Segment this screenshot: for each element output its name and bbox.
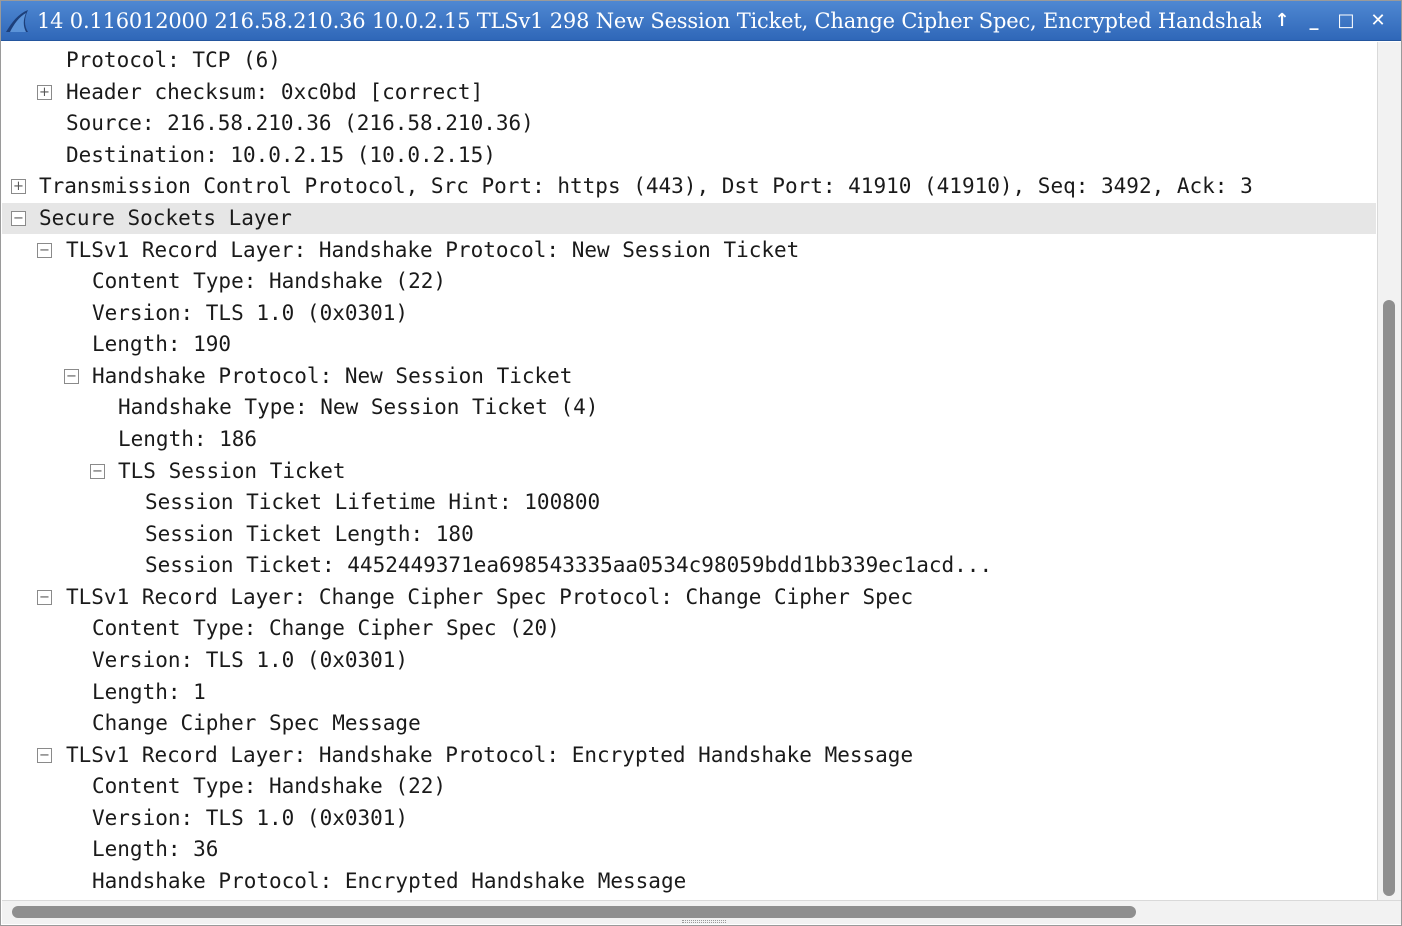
tree-row[interactable]: Content Type: Handshake (22) — [2, 771, 1376, 802]
window-title: 14 0.116012000 216.58.210.36 10.0.2.15 T… — [37, 8, 1261, 33]
tree-row-text: Version: TLS 1.0 (0x0301) — [92, 301, 409, 325]
tree-row-text: Handshake Protocol: New Session Ticket — [92, 364, 573, 388]
tree-row[interactable]: + Transmission Control Protocol, Src Por… — [2, 171, 1376, 202]
tree-row[interactable]: Length: 190 — [2, 329, 1376, 360]
tree-row-text: Handshake Protocol: Encrypted Handshake … — [92, 869, 687, 893]
horizontal-scroll-thumb[interactable] — [12, 906, 1136, 918]
tree-row[interactable]: Length: 1 — [2, 677, 1376, 708]
tree-row-text: TLSv1 Record Layer: Change Cipher Spec P… — [66, 585, 914, 609]
title-bar[interactable]: 14 0.116012000 216.58.210.36 10.0.2.15 T… — [1, 1, 1401, 41]
tree-row[interactable]: − TLS Session Ticket — [2, 456, 1376, 487]
tree-row[interactable]: Length: 186 — [2, 424, 1376, 455]
tree-row[interactable]: Length: 36 — [2, 834, 1376, 865]
tree-row-text: Secure Sockets Layer — [39, 206, 292, 230]
tree-row-text: Source: 216.58.210.36 (216.58.210.36) — [66, 111, 534, 135]
window-controls: ↑ _ □ ✕ — [1261, 8, 1401, 34]
close-button[interactable]: ✕ — [1365, 8, 1391, 34]
vertical-scrollbar[interactable] — [1377, 42, 1401, 900]
tree-row-text: Length: 1 — [92, 680, 206, 704]
tree-row-text: TLSv1 Record Layer: Handshake Protocol: … — [66, 238, 800, 262]
tree-row[interactable]: Version: TLS 1.0 (0x0301) — [2, 803, 1376, 834]
tree-row[interactable]: Protocol: TCP (6) — [2, 45, 1376, 76]
tree-row[interactable]: + Header checksum: 0xc0bd [correct] — [2, 77, 1376, 108]
tree-row-text: Session Ticket Length: 180 — [145, 522, 474, 546]
tree-row[interactable]: − Handshake Protocol: New Session Ticket — [2, 361, 1376, 392]
tree-row[interactable]: Handshake Type: New Session Ticket (4) — [2, 392, 1376, 423]
tree-row[interactable]: Content Type: Handshake (22) — [2, 266, 1376, 297]
pane-resize-grip-icon[interactable] — [682, 920, 726, 923]
tree-row[interactable]: − TLSv1 Record Layer: Handshake Protocol… — [2, 740, 1376, 771]
tree-row-text: Change Cipher Spec Message — [92, 711, 421, 735]
tree-row-text: Session Ticket: 4452449371ea698543335aa0… — [145, 553, 993, 577]
shade-button[interactable]: ↑ — [1269, 8, 1295, 34]
tree-row-text: Content Type: Handshake (22) — [92, 774, 447, 798]
tree-row-text: Content Type: Handshake (22) — [92, 269, 447, 293]
tree-row-text: Destination: 10.0.2.15 (10.0.2.15) — [66, 143, 496, 167]
tree-row-text: Content Type: Change Cipher Spec (20) — [92, 616, 560, 640]
tree-row-text: Handshake Type: New Session Ticket (4) — [118, 395, 599, 419]
tree-row-text: Length: 36 — [92, 837, 219, 861]
tree-row[interactable]: Session Ticket Lifetime Hint: 100800 — [2, 487, 1376, 518]
expand-icon[interactable]: + — [37, 85, 52, 100]
tree-row-text: Length: 190 — [92, 332, 232, 356]
expand-icon[interactable]: + — [11, 179, 26, 194]
tree-row[interactable]: − TLSv1 Record Layer: Handshake Protocol… — [2, 235, 1376, 266]
collapse-icon[interactable]: − — [37, 748, 52, 763]
wireshark-fin-icon — [1, 1, 33, 41]
tree-row-text: Version: TLS 1.0 (0x0301) — [92, 806, 409, 830]
collapse-icon[interactable]: − — [37, 243, 52, 258]
tree-row-text: Length: 186 — [118, 427, 258, 451]
tree-row-text: Transmission Control Protocol, Src Port:… — [39, 174, 1253, 198]
tree-row-text: Header checksum: 0xc0bd [correct] — [66, 80, 484, 104]
tree-row[interactable]: Handshake Protocol: Encrypted Handshake … — [2, 866, 1376, 897]
tree-row[interactable]: Session Ticket: 4452449371ea698543335aa0… — [2, 550, 1376, 581]
maximize-button[interactable]: □ — [1333, 8, 1359, 34]
tree-row[interactable]: Content Type: Change Cipher Spec (20) — [2, 613, 1376, 644]
horizontal-scrollbar[interactable] — [2, 900, 1401, 924]
tree-row-text: TLSv1 Record Layer: Handshake Protocol: … — [66, 743, 914, 767]
collapse-icon[interactable]: − — [37, 590, 52, 605]
packet-details-tree[interactable]: Protocol: TCP (6) + Header checksum: 0xc… — [2, 42, 1376, 900]
tree-row[interactable]: Version: TLS 1.0 (0x0301) — [2, 298, 1376, 329]
tree-row-text: Version: TLS 1.0 (0x0301) — [92, 648, 409, 672]
tree-row[interactable]: Version: TLS 1.0 (0x0301) — [2, 645, 1376, 676]
tree-row[interactable]: Source: 216.58.210.36 (216.58.210.36) — [2, 108, 1376, 139]
tree-row[interactable]: Destination: 10.0.2.15 (10.0.2.15) — [2, 140, 1376, 171]
tree-row-selected[interactable]: − Secure Sockets Layer — [2, 203, 1376, 234]
tree-row-text: TLS Session Ticket — [118, 459, 346, 483]
tree-row[interactable]: Session Ticket Length: 180 — [2, 519, 1376, 550]
minimize-button[interactable]: _ — [1301, 8, 1327, 34]
collapse-icon[interactable]: − — [90, 464, 105, 479]
tree-row-text: Protocol: TCP (6) — [66, 48, 281, 72]
packet-details-window: 14 0.116012000 216.58.210.36 10.0.2.15 T… — [0, 0, 1402, 926]
tree-row-text: Session Ticket Lifetime Hint: 100800 — [145, 490, 601, 514]
vertical-scroll-thumb[interactable] — [1383, 300, 1395, 896]
collapse-icon[interactable]: − — [11, 211, 26, 226]
collapse-icon[interactable]: − — [64, 369, 79, 384]
tree-row[interactable]: − TLSv1 Record Layer: Change Cipher Spec… — [2, 582, 1376, 613]
tree-row[interactable]: Change Cipher Spec Message — [2, 708, 1376, 739]
